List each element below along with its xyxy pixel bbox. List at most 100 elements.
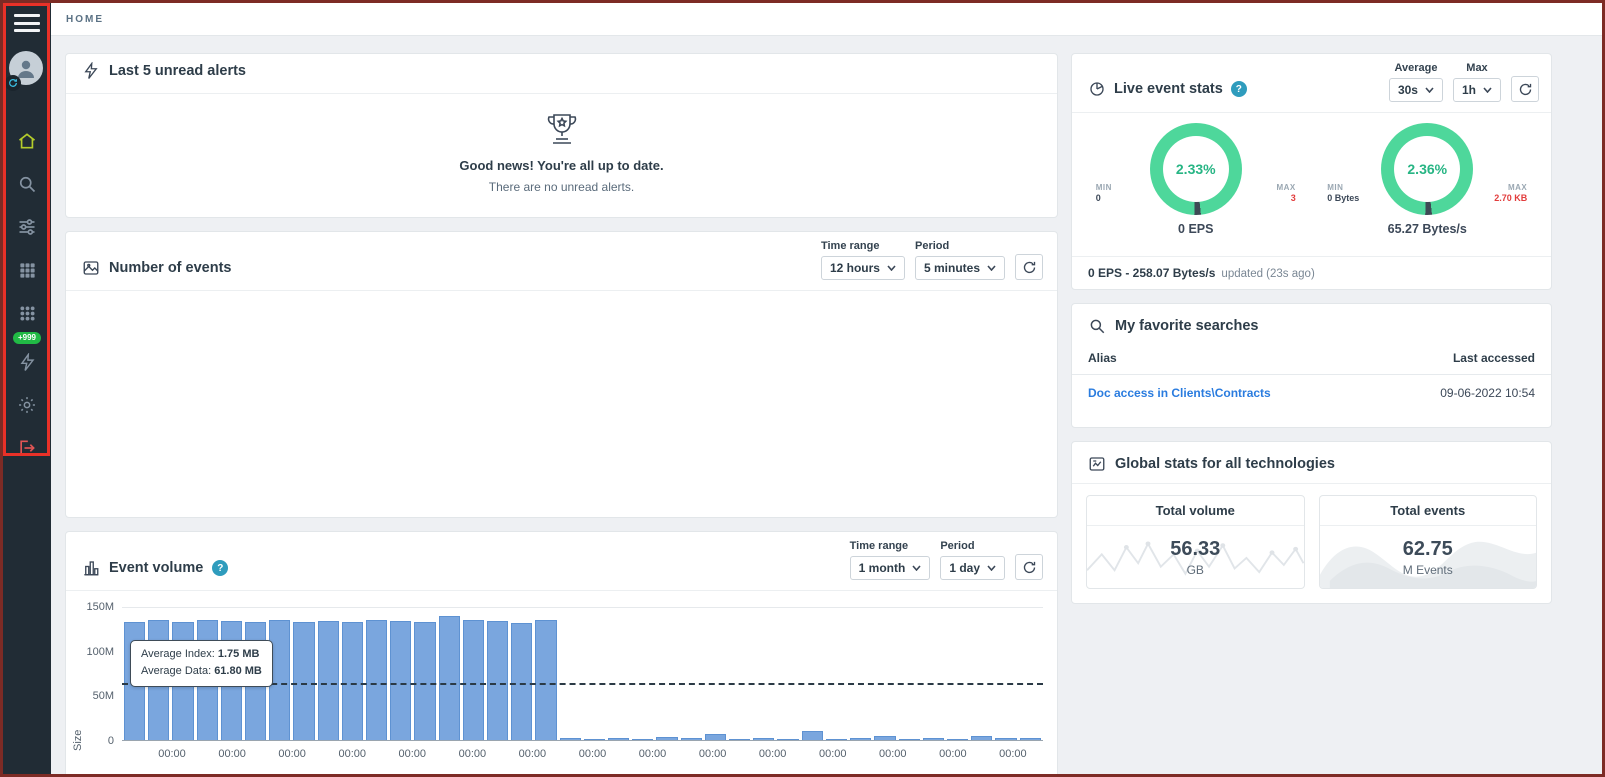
x-tick-label: 00:00 [502,748,562,760]
x-tick-label: 00:00 [803,748,863,760]
bar [802,731,823,740]
time-range-select[interactable]: 12 hours [821,256,905,280]
number-of-events-card: Number of events Time range 12 hours [65,231,1058,518]
bar [826,739,847,740]
event-volume-chart: Average Index: 1.75 MB Average Data: 61.… [122,607,1043,741]
donut-chart: 2.33% [1150,123,1242,215]
column-last-accessed: Last accessed [1453,351,1535,365]
refresh-button[interactable] [1015,254,1043,280]
favorite-search-date: 09-06-2022 10:54 [1440,386,1535,400]
bar [439,616,460,740]
user-avatar[interactable] [9,51,45,87]
logout-icon [17,438,37,458]
gear-icon [17,395,37,415]
notification-count-badge: +999 [13,332,41,344]
time-range-label: Time range [850,540,909,552]
sidebar-item-filters[interactable] [12,213,42,241]
max-select[interactable]: 1h [1453,78,1501,102]
x-tick-label: 00:00 [923,748,983,760]
bar [850,738,871,740]
eps-donut-group: MIN 0 2.33% MAX 3 [1080,123,1312,256]
bar [342,622,363,740]
max-label: Max [1466,62,1487,74]
period-select[interactable]: 1 day [940,556,1005,580]
bar [923,738,944,740]
chevron-down-icon [912,565,921,571]
bar [729,739,750,740]
bar [705,734,726,740]
chart-tooltip: Average Index: 1.75 MB Average Data: 61.… [130,640,273,687]
sliders-icon [17,217,37,237]
unread-alerts-card: Last 5 unread alerts G [65,53,1058,218]
live-stats-footer: 0 EPS - 258.07 Bytes/supdated (23s ago) [1072,256,1551,289]
x-tick-label: 00:00 [623,748,683,760]
x-tick-label: 00:00 [202,748,262,760]
help-icon[interactable] [1231,81,1247,97]
chevron-down-icon [887,265,896,271]
sidebar: +999 [3,3,51,774]
favorites-rows: Doc access in Clients\Contracts 09-06-202… [1072,375,1551,411]
bar [899,739,920,740]
x-tick-label: 00:00 [983,748,1043,760]
refresh-icon [1022,260,1037,275]
live-event-stats-card: Live event stats Average 30s [1071,53,1552,290]
bar [390,621,411,740]
breadcrumb: HOME [66,14,104,25]
refresh-icon [1022,560,1037,575]
x-tick-label: 00:00 [743,748,803,760]
donut-chart: 2.36% [1381,123,1473,215]
card-title: Event volume [109,560,203,576]
bar [487,621,508,740]
chevron-down-icon [987,565,996,571]
bar [874,736,895,740]
card-title: Global stats for all technologies [1115,456,1335,472]
help-icon[interactable] [212,560,228,576]
refresh-button[interactable] [1511,76,1539,102]
x-axis-labels: 00:0000:0000:0000:0000:0000:0000:0000:00… [122,741,1043,760]
bar [560,738,581,740]
average-label: Average [1394,62,1437,74]
sidebar-item-search-templates[interactable] [12,299,42,327]
sidebar-item-alerts[interactable] [12,348,42,376]
favorite-searches-card: My favorite searches Alias Last accessed… [1071,303,1552,428]
total-events-tile: Total events 62.75 M Events [1319,495,1538,589]
alerts-empty-title: Good news! You're all up to date. [459,158,663,173]
chevron-down-icon [1425,87,1434,93]
y-tick-label: 0 [108,735,114,747]
topbar: HOME [51,3,1602,36]
bar [584,739,605,740]
total-volume-value: 56.33 [1170,538,1220,561]
donut-chart-icon [1088,80,1106,98]
sidebar-item-dashboards[interactable] [12,256,42,284]
global-stats-card: Global stats for all technologies Total … [1071,441,1552,604]
total-volume-tile: Total volume 56.33 GB [1086,495,1305,589]
bar [608,738,629,740]
bar [632,739,653,740]
alerts-empty-subtitle: There are no unread alerts. [489,180,634,194]
sidebar-item-home[interactable] [12,127,42,155]
chevron-down-icon [1483,87,1492,93]
refresh-icon [1518,82,1533,97]
average-select[interactable]: 30s [1389,78,1443,102]
time-range-select[interactable]: 1 month [850,556,931,580]
card-title: Live event stats [1114,81,1223,97]
x-tick-label: 00:00 [442,748,502,760]
y-axis-title: Size [72,617,84,751]
bar [318,621,339,740]
bar [681,738,702,740]
bar [753,738,774,740]
menu-button[interactable] [12,11,42,35]
bar [293,622,314,740]
donut-caption: 0 EPS [1178,222,1213,236]
bar [1020,738,1041,740]
sidebar-item-settings[interactable] [12,391,42,419]
sidebar-item-search[interactable] [12,170,42,198]
sync-icon [5,75,21,91]
x-tick-label: 00:00 [863,748,923,760]
sidebar-item-logout[interactable] [12,434,42,462]
refresh-button[interactable] [1015,554,1043,580]
period-label: Period [940,540,974,552]
favorite-search-link[interactable]: Doc access in Clients\Contracts [1088,386,1271,400]
chart-image-icon [82,259,100,277]
period-select[interactable]: 5 minutes [915,256,1005,280]
